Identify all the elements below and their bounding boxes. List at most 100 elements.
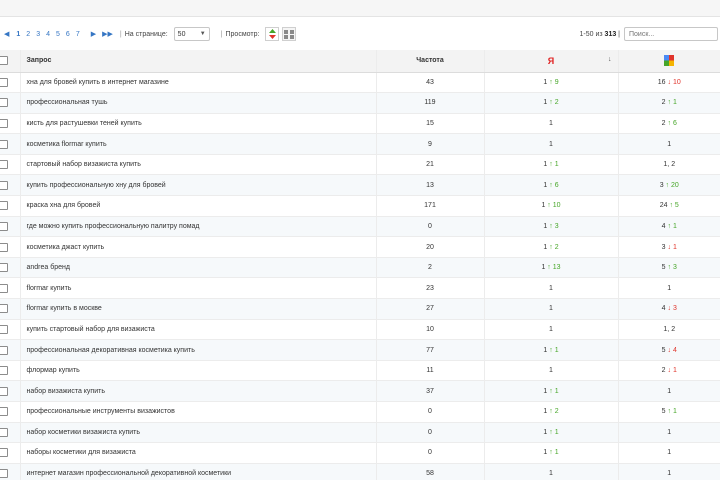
table-row[interactable]: flormar купить 23 1 1 [0,277,720,300]
row-checkbox[interactable] [0,201,8,211]
yandex-position-cell: 1 ↑ 6 [484,174,619,197]
row-checkbox[interactable] [0,448,8,458]
view-mode-grid-button[interactable] [282,27,297,41]
table-row[interactable]: профессиональные инструменты визажистов 0… [0,401,720,423]
position-value: 1, 2 [663,161,676,169]
table-row[interactable]: набор косметики визажиста купить 0 1 ↑ 11 [0,422,720,444]
table-row[interactable]: flormar купить в москве 27 1 4 ↓ 3 [0,298,720,320]
table-row[interactable]: косметика flormar купить 9 1 1 [0,133,720,155]
select-all-cell [0,50,21,73]
position-change: 1 [554,161,559,169]
row-checkbox[interactable] [0,304,8,314]
arrow-up-icon: ↑ [547,428,555,436]
table-row[interactable]: краска хна для бровей 171 1 ↑ 10 24 ↑ 5 [0,195,720,217]
per-page-select[interactable]: 50 ▼ [173,27,210,41]
page-link-1[interactable]: 1 [16,31,20,38]
table-row[interactable]: купить стартовый набор для визажиста 10 1 1… [0,319,720,341]
yandex-position-cell: 1 ↑ 2 [484,401,619,423]
select-all-checkbox[interactable] [0,56,8,66]
results-total: 313 [604,30,617,38]
row-checkbox[interactable] [0,324,8,334]
top-header-band [0,0,720,17]
google-position-cell: 1 [618,463,720,480]
table-row[interactable]: хна для бровей купить в интернет магазин… [0,72,720,94]
row-checkbox[interactable] [0,263,8,273]
table-row[interactable]: интернет магазин профессиональной декора… [0,463,720,480]
table-row[interactable]: стартовый набор визажиста купить 21 1 ↑ 11… [0,154,720,176]
google-position-cell: 3 ↓ 1 [618,236,720,258]
sort-down-icon[interactable]: ↓ [608,56,612,63]
position-value: 1 [549,284,553,292]
position-change: 1 [554,449,559,457]
row-checkbox[interactable] [0,427,8,437]
row-select-cell [0,442,21,464]
header-yandex[interactable]: Я ↓ [484,50,619,73]
frequency-cell: 15 [376,113,485,135]
row-checkbox[interactable] [0,180,8,190]
table-row[interactable]: флормар купить 11 1 2 ↓ 1 [0,360,720,382]
row-checkbox[interactable] [0,345,8,355]
header-google[interactable] [618,50,720,73]
table-row[interactable]: набор визажиста купить 37 1 ↑ 11 [0,380,720,402]
row-checkbox[interactable] [0,469,8,479]
prev-page-icon[interactable]: ◀ [4,30,9,38]
table-row[interactable]: купить профессиональную хну для бровей 13… [0,174,720,197]
row-select-cell [0,133,21,155]
position-value: 1 [549,470,553,478]
table-row[interactable]: косметика джаст купить 20 1 ↑ 23 ↓ 1 [0,236,720,258]
page-link-3[interactable]: 3 [36,31,40,38]
query-cell: flormar купить в москве [20,298,377,320]
table-row[interactable]: andrea бренд 2 1 ↑ 13 5 ↑ 3 [0,257,720,279]
table-row[interactable]: профессиональная тушь 119 1 ↑ 22 ↑ 1 [0,92,720,114]
row-checkbox[interactable] [0,221,8,231]
page-link-7[interactable]: 7 [76,31,80,38]
row-checkbox[interactable] [0,98,8,108]
query-cell: стартовый набор визажиста купить [20,154,377,176]
row-select-cell [0,360,21,382]
row-checkbox[interactable] [0,160,8,170]
row-checkbox[interactable] [0,77,8,87]
frequency-cell: 11 [376,360,485,382]
page-link-4[interactable]: 4 [46,31,50,38]
table-row[interactable]: где можно купить профессиональную палитр… [0,216,720,238]
next-page-icon[interactable]: ▶ [91,30,96,38]
table-row[interactable]: наборы косметики для визажиста 0 1 ↑ 11 [0,442,720,464]
last-page-icon[interactable]: ▶▶ [102,30,113,38]
position-change: 5 [674,202,679,210]
arrow-up-icon: ↑ [665,99,673,107]
query-cell: купить профессиональную хну для бровей [20,174,377,197]
per-page-value: 50 [177,30,186,38]
yandex-position-cell: 1 [484,463,619,480]
table-row[interactable]: кисть для растушевки теней купить 15 1 2 ↑ … [0,113,720,135]
google-position-cell: 16 ↓ 10 [618,72,720,94]
page-link-2[interactable]: 2 [26,31,30,38]
arrow-down-icon: ↓ [665,243,673,251]
frequency-cell: 27 [376,298,485,320]
header-query[interactable]: Запрос [20,50,377,73]
row-checkbox[interactable] [0,366,8,376]
position-change: 20 [671,181,679,189]
table-row[interactable]: профессиональная декоративная косметика … [0,339,720,361]
frequency-cell: 43 [376,72,485,94]
page-link-6[interactable]: 6 [66,31,70,38]
google-position-cell: 4 ↓ 3 [618,298,720,320]
yandex-position-cell: 1 ↑ 3 [484,216,619,238]
row-select-cell [0,154,21,176]
google-position-cell: 5 ↓ 4 [618,339,720,361]
search-input[interactable] [624,27,718,41]
row-checkbox[interactable] [0,139,8,149]
table-header-row: Запрос Частота Я ↓ [0,50,720,73]
row-checkbox[interactable] [0,386,8,396]
position-change: 1 [672,367,677,375]
row-checkbox[interactable] [0,407,8,417]
query-cell: flormar купить [20,277,377,300]
header-frequency[interactable]: Частота [376,50,485,73]
arrow-up-icon: ↑ [547,222,555,230]
page-link-5[interactable]: 5 [56,31,60,38]
row-checkbox[interactable] [0,118,8,128]
row-checkbox[interactable] [0,242,8,252]
row-checkbox[interactable] [0,283,8,293]
position-value: 16 [657,78,666,86]
frequency-cell: 9 [376,133,485,155]
view-mode-arrows-button[interactable] [265,27,280,41]
